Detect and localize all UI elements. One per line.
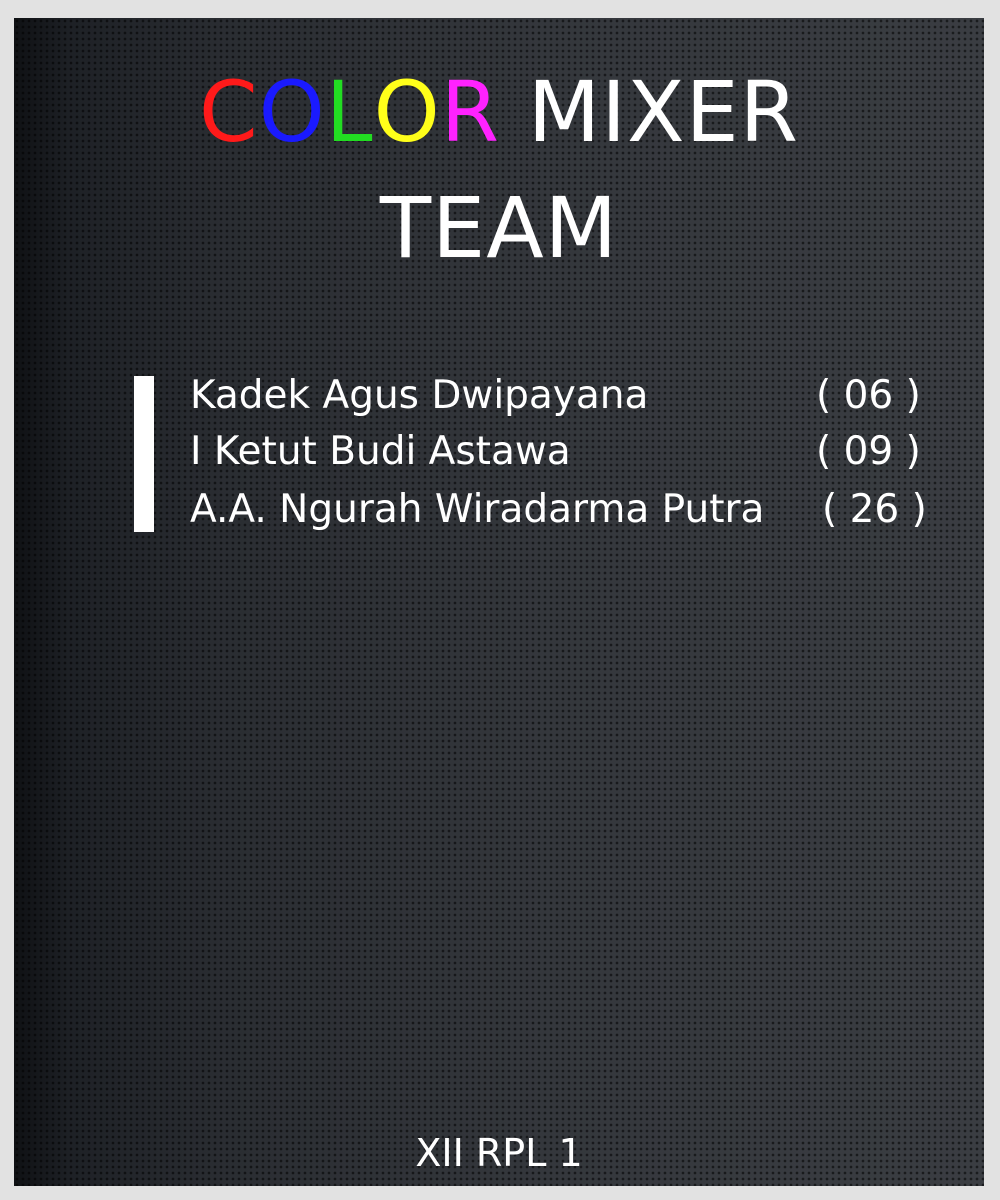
title-line-2: TEAM: [379, 179, 619, 277]
class-label: XII RPL 1: [415, 1131, 583, 1175]
member-name: A.A. Ngurah Wiradarma Putra: [190, 487, 765, 532]
title-letter-o-2: O: [373, 63, 441, 161]
member-row: I Ketut Budi Astawa ( 09 ): [190, 424, 930, 480]
title-letter-c: C: [198, 63, 259, 161]
title-line-1: COLOR MIXER: [14, 70, 984, 154]
member-row: A.A. Ngurah Wiradarma Putra ( 26 ): [190, 482, 930, 538]
title-word-mixer: MIXER: [527, 63, 800, 161]
title-letter-o: O: [258, 63, 326, 161]
title-letter-r: R: [440, 63, 501, 161]
member-number: ( 09 ): [816, 429, 921, 474]
member-number: ( 06 ): [816, 373, 921, 418]
title-letter-l: L: [325, 63, 374, 161]
member-number: ( 26 ): [822, 487, 927, 532]
member-row: Kadek Agus Dwipayana ( 06 ): [190, 368, 930, 424]
member-name: Kadek Agus Dwipayana: [190, 373, 649, 418]
accent-bar: [134, 376, 154, 532]
member-name: I Ketut Budi Astawa: [190, 429, 571, 474]
title-card: COLOR MIXER TEAM Kadek Agus Dwipayana ( …: [14, 18, 984, 1186]
